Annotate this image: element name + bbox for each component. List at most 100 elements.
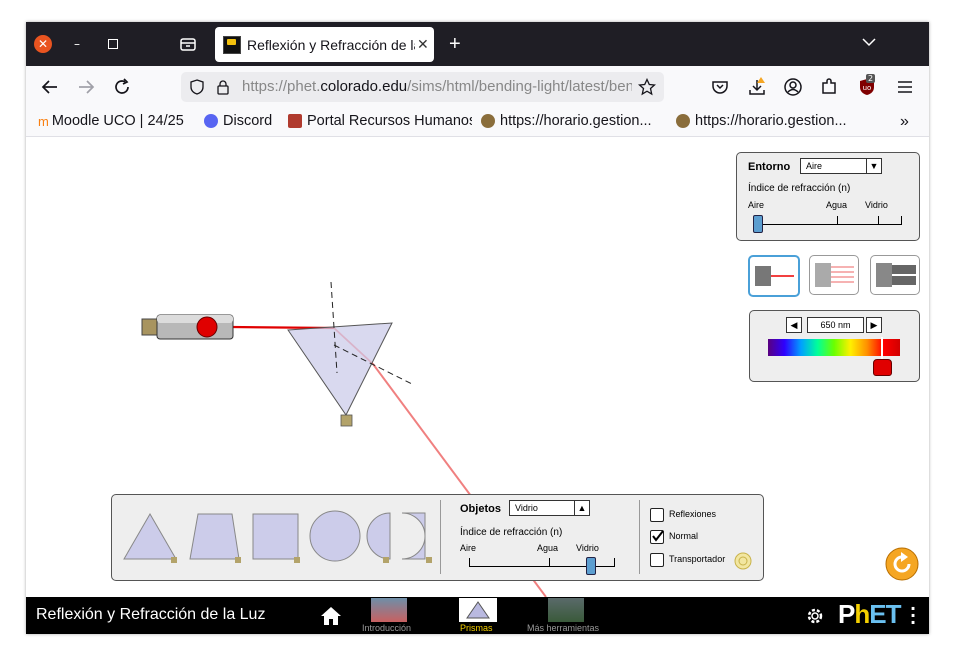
objects-slider-thumb[interactable] xyxy=(586,557,596,575)
triangle-shape[interactable] xyxy=(123,513,177,560)
concave-lens-shape[interactable] xyxy=(401,512,426,560)
environment-slider-thumb[interactable] xyxy=(753,215,763,233)
forward-arrow-icon[interactable] xyxy=(76,77,96,97)
objects-index-label: Índice de refracción (n) xyxy=(460,527,563,538)
white-light-icon xyxy=(876,263,916,287)
phet-logo[interactable]: PhET xyxy=(838,599,901,630)
home-icon[interactable] xyxy=(320,606,342,626)
portal-icon xyxy=(288,114,302,128)
single-ray-icon xyxy=(755,266,794,286)
tick-agua: Agua xyxy=(826,200,848,210)
sim-title: Reflexión y Refracción de la Luz xyxy=(36,606,266,623)
trapezoid-shape[interactable] xyxy=(189,513,240,560)
extensions-icon[interactable] xyxy=(819,77,839,97)
phet-favicon-icon xyxy=(223,35,241,54)
lock-icon[interactable] xyxy=(215,79,231,95)
protractor-checkbox[interactable] xyxy=(650,553,664,567)
wave-mode-button[interactable] xyxy=(809,255,859,295)
chevron-down-icon[interactable] xyxy=(861,34,877,50)
screen-thumbnail-more-tools[interactable] xyxy=(548,598,584,622)
bookmark-star-icon[interactable] xyxy=(638,78,656,96)
laser-back-knob[interactable] xyxy=(141,318,159,336)
laser-on-button[interactable] xyxy=(196,316,218,338)
window-close-button[interactable]: ✕ xyxy=(34,35,52,53)
screen-label-more-tools[interactable]: Más herramientas xyxy=(527,623,599,633)
address-bar[interactable]: https://phet.colorado.edu/sims/html/bend… xyxy=(181,72,664,102)
environment-title: Entorno xyxy=(748,161,791,173)
tab-title: Reflexión y Refracción de la Luz xyxy=(247,36,415,53)
reload-icon[interactable] xyxy=(112,77,132,97)
screen-label-intro[interactable]: Introducción xyxy=(362,623,411,633)
wavelength-value: 650 nm xyxy=(807,317,864,333)
back-arrow-icon[interactable] xyxy=(40,77,60,97)
dropdown-arrow-icon: ▼ xyxy=(866,159,881,173)
bookmark-horario-2[interactable]: https://horario.gestion... xyxy=(676,113,847,129)
screen-thumbnail-prisms[interactable] xyxy=(459,598,497,622)
tick-aire: Aire xyxy=(748,200,765,210)
bookmark-horario-1[interactable]: https://horario.gestion... xyxy=(481,113,652,129)
reflections-checkbox[interactable] xyxy=(650,508,664,522)
reflections-label: Reflexiones xyxy=(669,509,717,519)
navigation-bar: https://phet.colorado.edu/sims/html/bend… xyxy=(26,66,929,108)
shield-icon[interactable] xyxy=(189,79,205,95)
extension-badge: 2 xyxy=(866,74,876,83)
horario-icon xyxy=(481,114,495,128)
screen-label-prisms[interactable]: Prismas xyxy=(460,623,493,633)
url-text[interactable]: https://phet.colorado.edu/sims/html/bend… xyxy=(242,78,632,95)
dropdown-arrow-icon: ▲ xyxy=(574,501,589,515)
settings-gear-icon[interactable] xyxy=(805,606,825,626)
objects-material-select[interactable]: Vidrio ▲ xyxy=(509,500,590,516)
environment-index-label: Índice de refracción (n) xyxy=(748,183,851,194)
white-light-mode-button[interactable] xyxy=(870,255,920,295)
tick-vidrio: Vidrio xyxy=(865,200,888,210)
hamburger-menu-icon[interactable] xyxy=(895,77,915,97)
pocket-icon[interactable] xyxy=(710,77,730,97)
bookmark-moodle[interactable]: m Moodle UCO | 24/25 xyxy=(38,113,184,129)
window-maximize-button[interactable] xyxy=(104,35,122,53)
bookmarks-bar: m Moodle UCO | 24/25 Discord Portal Recu… xyxy=(26,108,929,137)
window-minimize-button[interactable]: – xyxy=(68,35,86,53)
tick-aire: Aire xyxy=(460,543,477,553)
square-shape[interactable] xyxy=(252,513,299,560)
simulation-area: Entorno Aire ▼ Índice de refracción (n) … xyxy=(26,137,929,597)
tab-list-icon[interactable] xyxy=(179,35,197,53)
sim-navbar: Reflexión y Refracción de la Luz Introdu… xyxy=(26,597,929,634)
circle-shape[interactable] xyxy=(309,510,361,562)
tab-bar: ✕ – Reflexión y Refracción de la Luz ✕ + xyxy=(26,22,929,66)
ray-mode-button[interactable] xyxy=(748,255,800,297)
prism-rotate-knob[interactable] xyxy=(340,414,353,427)
wavelength-thumb[interactable] xyxy=(873,359,892,376)
increase-wavelength-button[interactable]: ▶ xyxy=(866,317,882,333)
object-shapes xyxy=(123,510,432,563)
tab-close-icon[interactable]: ✕ xyxy=(417,37,429,53)
normal-checkbox[interactable] xyxy=(650,530,664,544)
decrease-wavelength-button[interactable]: ◀ xyxy=(786,317,802,333)
environment-select[interactable]: Aire ▼ xyxy=(800,158,882,174)
protractor-label: Transportador xyxy=(669,554,726,564)
protractor-icon xyxy=(734,552,752,570)
bookmark-portal-rrhh[interactable]: Portal Recursos Humanos xyxy=(288,113,472,129)
environment-panel: Entorno Aire ▼ Índice de refracción (n) … xyxy=(736,152,920,241)
wavelength-panel: ◀ 650 nm ▶ xyxy=(749,310,920,382)
checkmark-icon xyxy=(652,530,664,542)
tick-vidrio: Vidrio xyxy=(576,543,599,553)
horario-icon xyxy=(676,114,690,128)
account-icon[interactable] xyxy=(783,77,803,97)
moodle-icon: m xyxy=(38,113,49,129)
tab-active[interactable]: Reflexión y Refracción de la Luz ✕ xyxy=(215,27,434,62)
normal-label: Normal xyxy=(669,531,699,541)
multiple-rays-icon xyxy=(815,263,854,287)
reset-all-button[interactable] xyxy=(885,547,919,581)
downloads-icon[interactable] xyxy=(747,77,767,97)
environment-slider-track[interactable] xyxy=(757,224,902,225)
more-options-icon[interactable]: · · · xyxy=(910,601,916,631)
discord-icon xyxy=(204,114,218,128)
bookmarks-overflow-icon[interactable]: » xyxy=(900,113,909,131)
browser-window: ✕ – Reflexión y Refracción de la Luz ✕ + xyxy=(26,22,929,634)
screen-thumbnail-intro[interactable] xyxy=(371,598,407,622)
new-tab-icon[interactable]: + xyxy=(449,33,461,56)
bookmark-discord[interactable]: Discord xyxy=(204,113,272,129)
tick-agua: Agua xyxy=(537,543,559,553)
convex-lens-shape[interactable] xyxy=(366,512,391,560)
objects-title: Objetos xyxy=(460,503,501,515)
